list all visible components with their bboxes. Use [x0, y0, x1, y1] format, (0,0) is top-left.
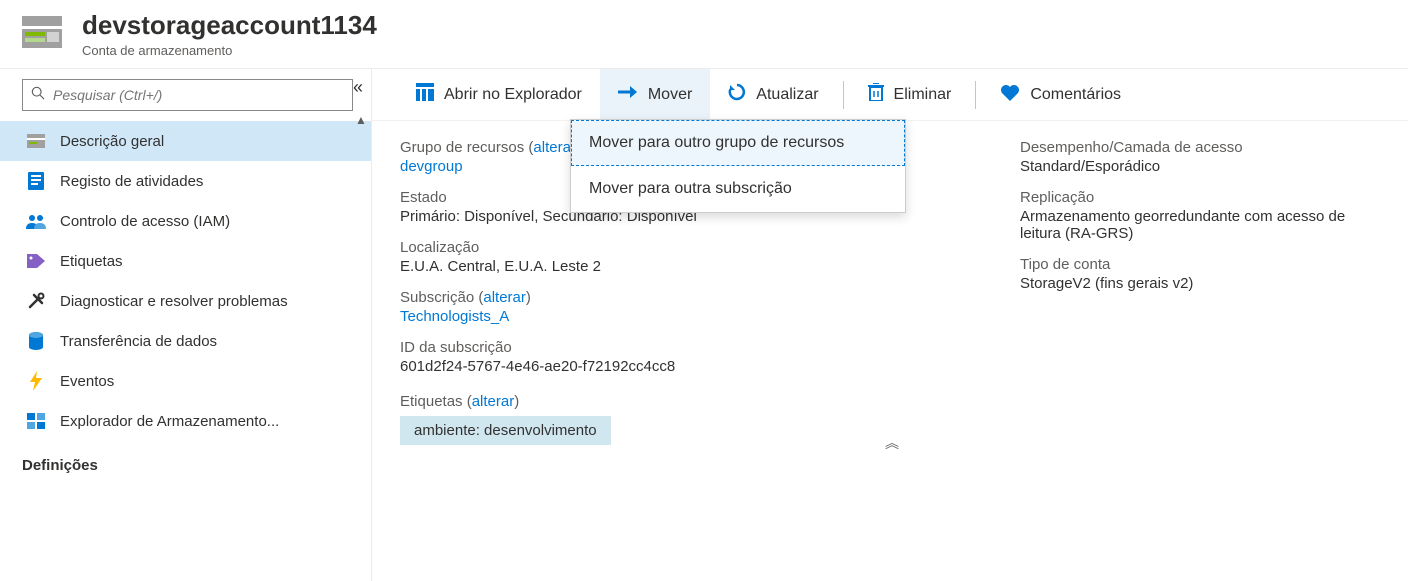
location-value: E.U.A. Central, E.U.A. Leste 2 — [400, 258, 940, 275]
feedback-button[interactable]: Comentários — [982, 69, 1139, 121]
tag-icon — [26, 251, 46, 271]
repl-label: Replicação — [1020, 189, 1380, 206]
content-area: Grupo de recursos (alterar) devgroup Est… — [372, 121, 1408, 459]
sidebar-item-label: Eventos — [60, 373, 114, 390]
open-explorer-button[interactable]: Abrir no Explorador — [398, 69, 600, 121]
sidebar-nav: Descrição geral Registo de atividades Co… — [0, 121, 371, 482]
storage-account-icon — [22, 16, 62, 48]
sidebar: « ▲ Descrição geral Registo de atividade… — [0, 69, 372, 581]
sidebar-item-label: Transferência de dados — [60, 333, 217, 350]
log-icon — [26, 171, 46, 191]
scroll-up-icon[interactable]: ▲ — [353, 113, 369, 129]
lightning-icon — [26, 371, 46, 391]
search-box[interactable] — [22, 79, 353, 111]
type-value: StorageV2 (fins gerais v2) — [1020, 275, 1380, 292]
tag-chip[interactable]: ambiente: desenvolvimento — [400, 416, 611, 445]
sidebar-item-iam[interactable]: Controlo de acesso (IAM) — [0, 201, 371, 241]
move-to-sub-item[interactable]: Mover para outra subscrição — [571, 166, 905, 212]
sidebar-item-diagnose[interactable]: Diagnosticar e resolver problemas — [0, 281, 371, 321]
toolbar: Abrir no Explorador Mover Atualizar Elim… — [372, 69, 1408, 121]
page-title: devstorageaccount1134 — [82, 10, 377, 41]
sidebar-item-data-transfer[interactable]: Transferência de dados — [0, 321, 371, 361]
sidebar-section-settings: Definições — [0, 441, 371, 482]
grid-icon — [416, 83, 434, 106]
subid-value: 601d2f24-5767-4e46-ae20-f72192cc4cc8 — [400, 358, 940, 375]
delete-button[interactable]: Eliminar — [850, 69, 970, 121]
people-icon — [26, 211, 46, 231]
sidebar-item-overview[interactable]: Descrição geral — [0, 121, 371, 161]
tags-change-link[interactable]: alterar — [472, 393, 515, 410]
sub-value-link[interactable]: Technologists_A — [400, 308, 509, 325]
sub-label: Subscrição (alterar) — [400, 289, 531, 306]
sidebar-item-label: Controlo de acesso (IAM) — [60, 213, 230, 230]
sidebar-item-label: Registo de atividades — [60, 173, 203, 190]
refresh-button[interactable]: Atualizar — [710, 69, 836, 121]
collapse-sidebar-button[interactable]: « — [353, 77, 363, 98]
sidebar-item-label: Explorador de Armazenamento... — [60, 413, 279, 430]
rg-label: Grupo de recursos (alterar) — [400, 139, 581, 156]
toolbar-separator — [975, 81, 976, 109]
sub-change-link[interactable]: alterar — [483, 289, 526, 306]
heart-icon — [1000, 83, 1020, 106]
search-input[interactable] — [53, 87, 344, 103]
move-dropdown: Mover para outro grupo de recursos Mover… — [570, 119, 906, 213]
tags-label: Etiquetas (alterar) — [400, 393, 519, 410]
database-icon — [26, 331, 46, 351]
rg-value-link[interactable]: devgroup — [400, 158, 463, 175]
type-label: Tipo de conta — [1020, 256, 1380, 273]
move-button[interactable]: Mover — [600, 69, 710, 121]
sidebar-item-label: Descrição geral — [60, 133, 164, 150]
main-pane: Abrir no Explorador Mover Atualizar Elim… — [372, 69, 1408, 581]
sidebar-item-label: Etiquetas — [60, 253, 123, 270]
sidebar-item-label: Diagnosticar e resolver problemas — [60, 293, 288, 310]
sidebar-item-events[interactable]: Eventos — [0, 361, 371, 401]
arrow-right-icon — [618, 85, 638, 104]
page-header: devstorageaccount1134 Conta de armazenam… — [0, 0, 1408, 69]
search-icon — [31, 86, 45, 105]
page-subtitle: Conta de armazenamento — [82, 43, 377, 58]
subid-label: ID da subscrição — [400, 339, 940, 356]
toolbar-separator — [843, 81, 844, 109]
collapse-essentials-button[interactable]: ︽ — [885, 433, 895, 453]
sidebar-item-tags[interactable]: Etiquetas — [0, 241, 371, 281]
move-to-rg-item[interactable]: Mover para outro grupo de recursos — [571, 120, 905, 166]
explorer-icon — [26, 411, 46, 431]
storage-icon — [26, 131, 46, 151]
repl-value: Armazenamento georredundante com acesso … — [1020, 208, 1380, 242]
refresh-icon — [728, 83, 746, 106]
perf-value: Standard/Esporádico — [1020, 158, 1380, 175]
sidebar-item-storage-explorer[interactable]: Explorador de Armazenamento... — [0, 401, 371, 441]
sidebar-item-activity-log[interactable]: Registo de atividades — [0, 161, 371, 201]
wrench-icon — [26, 291, 46, 311]
perf-label: Desempenho/Camada de acesso — [1020, 139, 1380, 156]
location-label: Localização — [400, 239, 940, 256]
trash-icon — [868, 83, 884, 106]
